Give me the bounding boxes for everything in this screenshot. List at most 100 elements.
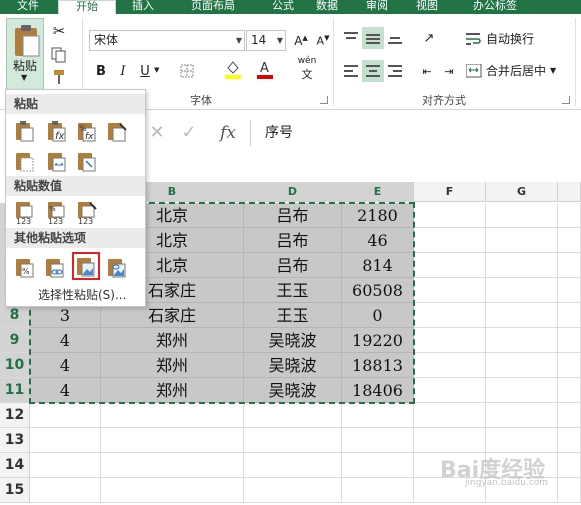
table-cell[interactable]: 吴晓波 — [244, 353, 342, 378]
paste-option-no-borders[interactable] — [12, 148, 38, 174]
table-cell[interactable] — [486, 403, 558, 428]
increase-font-button[interactable]: A▲ — [290, 30, 312, 52]
copy-button[interactable] — [48, 44, 70, 66]
merge-center-button[interactable]: 合并后居中 ▼ — [466, 62, 556, 79]
cut-button[interactable]: ✂ — [48, 20, 70, 42]
table-cell[interactable] — [558, 278, 581, 303]
table-cell[interactable] — [558, 378, 581, 403]
table-cell[interactable] — [101, 453, 244, 478]
column-header-f[interactable]: F — [414, 182, 486, 202]
table-cell[interactable] — [486, 353, 558, 378]
row-header[interactable]: 14 — [0, 453, 30, 478]
column-header-g[interactable]: G — [486, 182, 558, 202]
increase-indent-button[interactable]: ⇥ — [438, 60, 460, 82]
table-cell[interactable] — [30, 403, 101, 428]
table-cell[interactable] — [414, 228, 486, 253]
table-cell[interactable]: 4 — [30, 328, 101, 353]
table-cell[interactable]: 4 — [30, 353, 101, 378]
table-cell[interactable]: 46 — [342, 228, 414, 253]
table-cell[interactable]: 吕布 — [244, 203, 342, 228]
paste-option-paste[interactable] — [12, 118, 38, 144]
underline-button[interactable]: U — [134, 60, 156, 82]
table-cell[interactable] — [558, 328, 581, 353]
table-cell[interactable] — [558, 303, 581, 328]
paste-option-keep-column-widths[interactable] — [44, 148, 70, 174]
table-cell[interactable] — [414, 403, 486, 428]
paste-option-values-number-format[interactable]: % 123 — [44, 200, 70, 226]
orientation-button[interactable]: ↗ — [418, 27, 440, 49]
table-cell[interactable] — [414, 203, 486, 228]
column-header[interactable] — [558, 182, 581, 202]
insert-function-button[interactable]: fx — [214, 120, 242, 146]
font-dialog-launcher[interactable] — [320, 96, 328, 104]
row-header[interactable]: 9 — [0, 328, 30, 353]
table-cell[interactable] — [486, 228, 558, 253]
decrease-indent-button[interactable]: ⇤ — [416, 60, 438, 82]
table-cell[interactable]: 吴晓波 — [244, 378, 342, 403]
table-cell[interactable] — [486, 278, 558, 303]
table-cell[interactable] — [342, 453, 414, 478]
table-cell[interactable] — [244, 453, 342, 478]
row-header[interactable]: 11 — [0, 378, 30, 403]
table-cell[interactable] — [414, 378, 486, 403]
decrease-font-button[interactable]: A▼ — [312, 30, 334, 52]
cancel-entry-icon[interactable]: ✕ — [146, 120, 168, 146]
font-size-combo[interactable]: 14 ▼ — [246, 30, 286, 51]
paste-option-formatting[interactable]: % — [12, 254, 38, 280]
table-cell[interactable] — [30, 428, 101, 453]
paste-option-linked-picture[interactable] — [104, 254, 130, 280]
table-cell[interactable] — [30, 478, 101, 503]
table-cell[interactable] — [558, 478, 581, 503]
table-cell[interactable] — [558, 353, 581, 378]
row-header[interactable]: 10 — [0, 353, 30, 378]
table-cell[interactable]: 0 — [342, 303, 414, 328]
table-cell[interactable] — [486, 378, 558, 403]
table-cell[interactable] — [486, 253, 558, 278]
table-cell[interactable] — [558, 453, 581, 478]
table-cell[interactable] — [244, 403, 342, 428]
paste-special-link[interactable]: 选择性粘贴(S)... — [38, 286, 126, 303]
table-cell[interactable]: 王玉 — [244, 303, 342, 328]
tab-page-layout[interactable]: 页面布局 — [178, 0, 248, 14]
column-header-e[interactable]: E — [342, 182, 414, 202]
table-cell[interactable] — [558, 428, 581, 453]
table-cell[interactable] — [486, 328, 558, 353]
tab-file[interactable]: 文件 — [0, 0, 56, 14]
table-cell[interactable]: 814 — [342, 253, 414, 278]
table-cell[interactable]: 18813 — [342, 353, 414, 378]
paste-option-formulas[interactable]: fx — [44, 118, 70, 144]
table-cell[interactable]: 郑州 — [101, 353, 244, 378]
table-cell[interactable]: 4 — [30, 378, 101, 403]
table-cell[interactable] — [414, 328, 486, 353]
tab-review[interactable]: 审阅 — [352, 0, 402, 14]
alignment-dialog-launcher[interactable] — [562, 96, 570, 104]
table-cell[interactable] — [414, 278, 486, 303]
table-cell[interactable] — [486, 303, 558, 328]
wrap-text-button[interactable]: 自动换行 — [466, 30, 534, 47]
font-name-combo[interactable]: 宋体 ▼ — [89, 30, 245, 51]
paste-option-values-source-format[interactable]: 123 — [74, 200, 100, 226]
paste-button[interactable]: 粘贴 ▼ — [6, 18, 44, 90]
align-left-button[interactable] — [340, 60, 362, 82]
table-cell[interactable]: 吴晓波 — [244, 328, 342, 353]
table-cell[interactable] — [558, 228, 581, 253]
row-header[interactable]: 15 — [0, 478, 30, 503]
format-painter-button[interactable] — [48, 66, 70, 88]
align-bottom-button[interactable] — [384, 27, 406, 49]
align-center-button[interactable] — [362, 60, 384, 82]
table-cell[interactable] — [414, 253, 486, 278]
paste-option-formulas-number-format[interactable]: % fx — [74, 118, 100, 144]
phonetic-button[interactable]: wén 文 — [296, 56, 318, 81]
tab-view[interactable]: 视图 — [402, 0, 452, 14]
table-cell[interactable] — [101, 403, 244, 428]
table-cell[interactable] — [414, 353, 486, 378]
bold-button[interactable]: B — [90, 60, 112, 82]
table-cell[interactable]: 郑州 — [101, 328, 244, 353]
table-cell[interactable] — [342, 428, 414, 453]
table-cell[interactable] — [101, 478, 244, 503]
border-button[interactable] — [176, 60, 198, 82]
table-cell[interactable]: 王玉 — [244, 278, 342, 303]
tab-formulas[interactable]: 公式 — [258, 0, 308, 14]
table-cell[interactable]: 郑州 — [101, 378, 244, 403]
align-top-button[interactable] — [340, 27, 362, 49]
